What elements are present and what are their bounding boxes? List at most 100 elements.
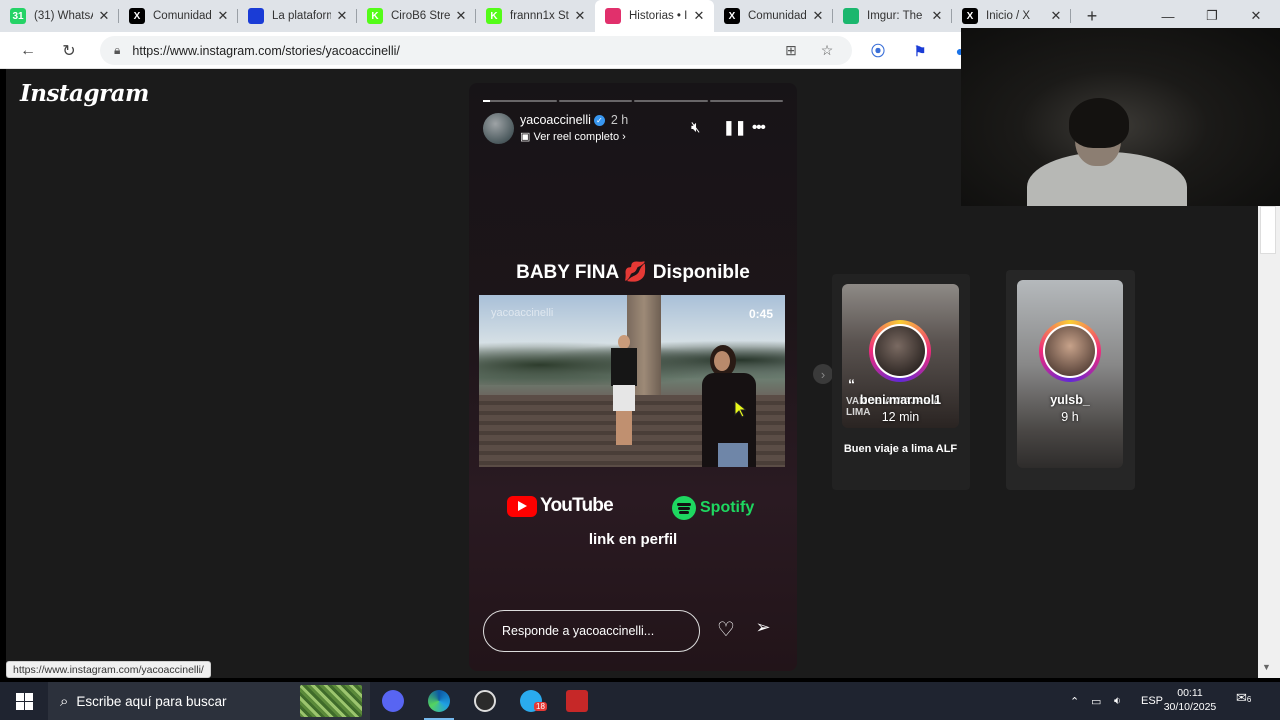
taskbar-telegram[interactable]: 18 (508, 682, 554, 720)
close-tab-icon[interactable]: ✕ (454, 8, 468, 24)
reload-button[interactable]: ↻ (56, 38, 82, 64)
page-scrollbar[interactable] (1258, 206, 1280, 678)
browser-tab[interactable]: K CiroB6 Strea ✕ (357, 0, 476, 32)
progress-segment (558, 100, 632, 102)
lock-icon: 🔒︎ (114, 43, 121, 57)
start-button[interactable] (0, 682, 48, 720)
heart-icon[interactable]: ♡ (713, 617, 739, 642)
progress-segment (709, 100, 783, 102)
volume-icon[interactable]: 🔉︎ (1114, 682, 1121, 720)
close-tab-icon[interactable]: ✕ (1049, 8, 1063, 24)
preview-avatar-ring[interactable] (869, 320, 931, 382)
browser-tab[interactable]: La plataform ✕ (238, 0, 357, 32)
url-text: https://www.instagram.com/stories/yacoac… (132, 43, 400, 58)
preview-time: 9 h (1061, 410, 1079, 424)
next-story-chevron-icon[interactable]: › (813, 364, 833, 384)
tab-label: (31) WhatsA (34, 10, 93, 22)
close-tab-icon[interactable]: ✕ (811, 8, 825, 24)
network-icon[interactable]: ▭ (1091, 682, 1101, 720)
instagram-icon (605, 8, 621, 24)
browser-tab[interactable]: X Comunidad ✕ (714, 0, 833, 32)
notifications-icon[interactable]: ✉︎6 (1236, 690, 1251, 706)
favorite-star-icon[interactable]: ☆ (816, 42, 838, 59)
show-hidden-icons-icon[interactable]: ⌃ (1070, 682, 1079, 720)
read-aloud-icon[interactable]: ⦿ (868, 41, 888, 61)
edge-icon (428, 690, 450, 712)
clock[interactable]: 00:11 30/10/2025 (1160, 686, 1220, 714)
story-video-thumbnail[interactable]: yacoaccinelli 0:45 (479, 295, 785, 467)
browser-tab[interactable]: X Comunidad ✕ (119, 0, 238, 32)
progress-fill (483, 100, 491, 102)
url-field[interactable]: 🔒︎ https://www.instagram.com/stories/yac… (100, 36, 852, 65)
browser-tab[interactable]: 31 (31) WhatsA ✕ (0, 0, 119, 32)
tab-label: Imgur: The r (867, 10, 926, 22)
apps-icon[interactable]: ⊞ (780, 42, 802, 59)
windows-logo-icon (15, 692, 33, 710)
preview-avatar-yulsb (1045, 326, 1095, 376)
clock-time: 00:11 (1177, 687, 1203, 699)
story-time: 2 h (610, 113, 629, 127)
imgur-icon (843, 8, 859, 24)
taskbar-app[interactable] (554, 682, 600, 720)
muted-speaker-icon[interactable]: 🔇︎ (691, 119, 700, 136)
taskbar-edge[interactable] (416, 682, 462, 720)
send-icon[interactable]: ➢ (750, 617, 776, 638)
verified-badge-icon: ✓ (593, 115, 605, 127)
instagram-logo[interactable]: Instagram (20, 80, 149, 107)
clock-date: 30/10/2025 (1163, 701, 1217, 713)
preview-username: beni.marmol1 (859, 393, 942, 407)
story-username[interactable]: yacoaccinelli (520, 113, 591, 127)
preview-caption: Buen viaje a lima ALF (843, 443, 958, 455)
tab-label: Comunidad (153, 10, 212, 22)
headline-available: Disponible (652, 262, 750, 283)
preview-avatar-beni (875, 326, 925, 376)
close-tab-icon[interactable]: ✕ (216, 8, 230, 24)
close-tab-icon[interactable]: ✕ (692, 8, 706, 24)
tab-label: frannn1x Str (510, 10, 569, 22)
browser-tab[interactable]: Imgur: The r ✕ (833, 0, 952, 32)
kick-icon: K (486, 8, 502, 24)
youtube-logo: YouTube (507, 494, 614, 518)
browser-tab[interactable]: Historias • Ir ✕ (595, 0, 714, 32)
headline-title: BABY FINA (516, 262, 619, 283)
link-in-profile-text: link en perfil (588, 531, 678, 548)
view-full-reel-link[interactable]: ▣ Ver reel completo › (520, 130, 626, 143)
tab-label: Inicio / X (986, 10, 1031, 22)
tab-label: Historias • Ir (629, 10, 688, 22)
x-icon: X (962, 8, 978, 24)
obs-icon (474, 690, 496, 712)
more-options-icon[interactable]: ••• (752, 119, 766, 136)
video-watermark: yacoaccinelli (491, 307, 554, 319)
taskbar-obs[interactable] (462, 682, 508, 720)
whatsapp-icon: 31 (10, 8, 26, 24)
youtube-label: YouTube (540, 495, 614, 516)
video-person-man (611, 335, 637, 445)
preview-avatar-ring[interactable] (1039, 320, 1101, 382)
reply-input[interactable]: Responde a yacoaccinelli... (483, 610, 700, 652)
close-tab-icon[interactable]: ✕ (573, 8, 587, 24)
tab-label: CiroB6 Strea (391, 10, 450, 22)
extension-icon[interactable]: ⚑ (910, 41, 930, 61)
search-placeholder: Escribe aquí para buscar (76, 693, 227, 709)
story-avatar[interactable] (483, 113, 514, 144)
pause-icon[interactable]: ❚❚ (723, 119, 746, 136)
browser-tab[interactable]: Kfrannn1x Str ✕ (476, 0, 595, 32)
progress-segment (634, 100, 708, 102)
close-tab-icon[interactable]: ✕ (97, 8, 111, 24)
taskbar-discord[interactable] (370, 682, 416, 720)
search-icon: ⌕ (60, 692, 69, 710)
app-icon (566, 690, 588, 712)
scrollbar-thumb[interactable] (1260, 206, 1276, 254)
quote-icon: “ (848, 376, 855, 392)
story-headline: BABY FINA 💋 Disponible (469, 260, 797, 284)
close-tab-icon[interactable]: ✕ (930, 8, 944, 24)
taskbar-search[interactable]: ⌕ Escribe aquí para buscar (48, 682, 370, 720)
scroll-down-arrow-icon[interactable]: ▼ (1262, 662, 1271, 672)
back-button[interactable]: ← (15, 38, 41, 64)
tab-separator (1070, 9, 1071, 23)
preview-time: 12 min (881, 410, 920, 424)
reel-link-label: Ver reel completo (533, 131, 620, 143)
telegram-badge: 18 (534, 702, 547, 711)
close-tab-icon[interactable]: ✕ (335, 8, 349, 24)
story-viewer[interactable]: yacoaccinelli ✓ 2 h ▣ Ver reel completo › … (469, 83, 797, 671)
